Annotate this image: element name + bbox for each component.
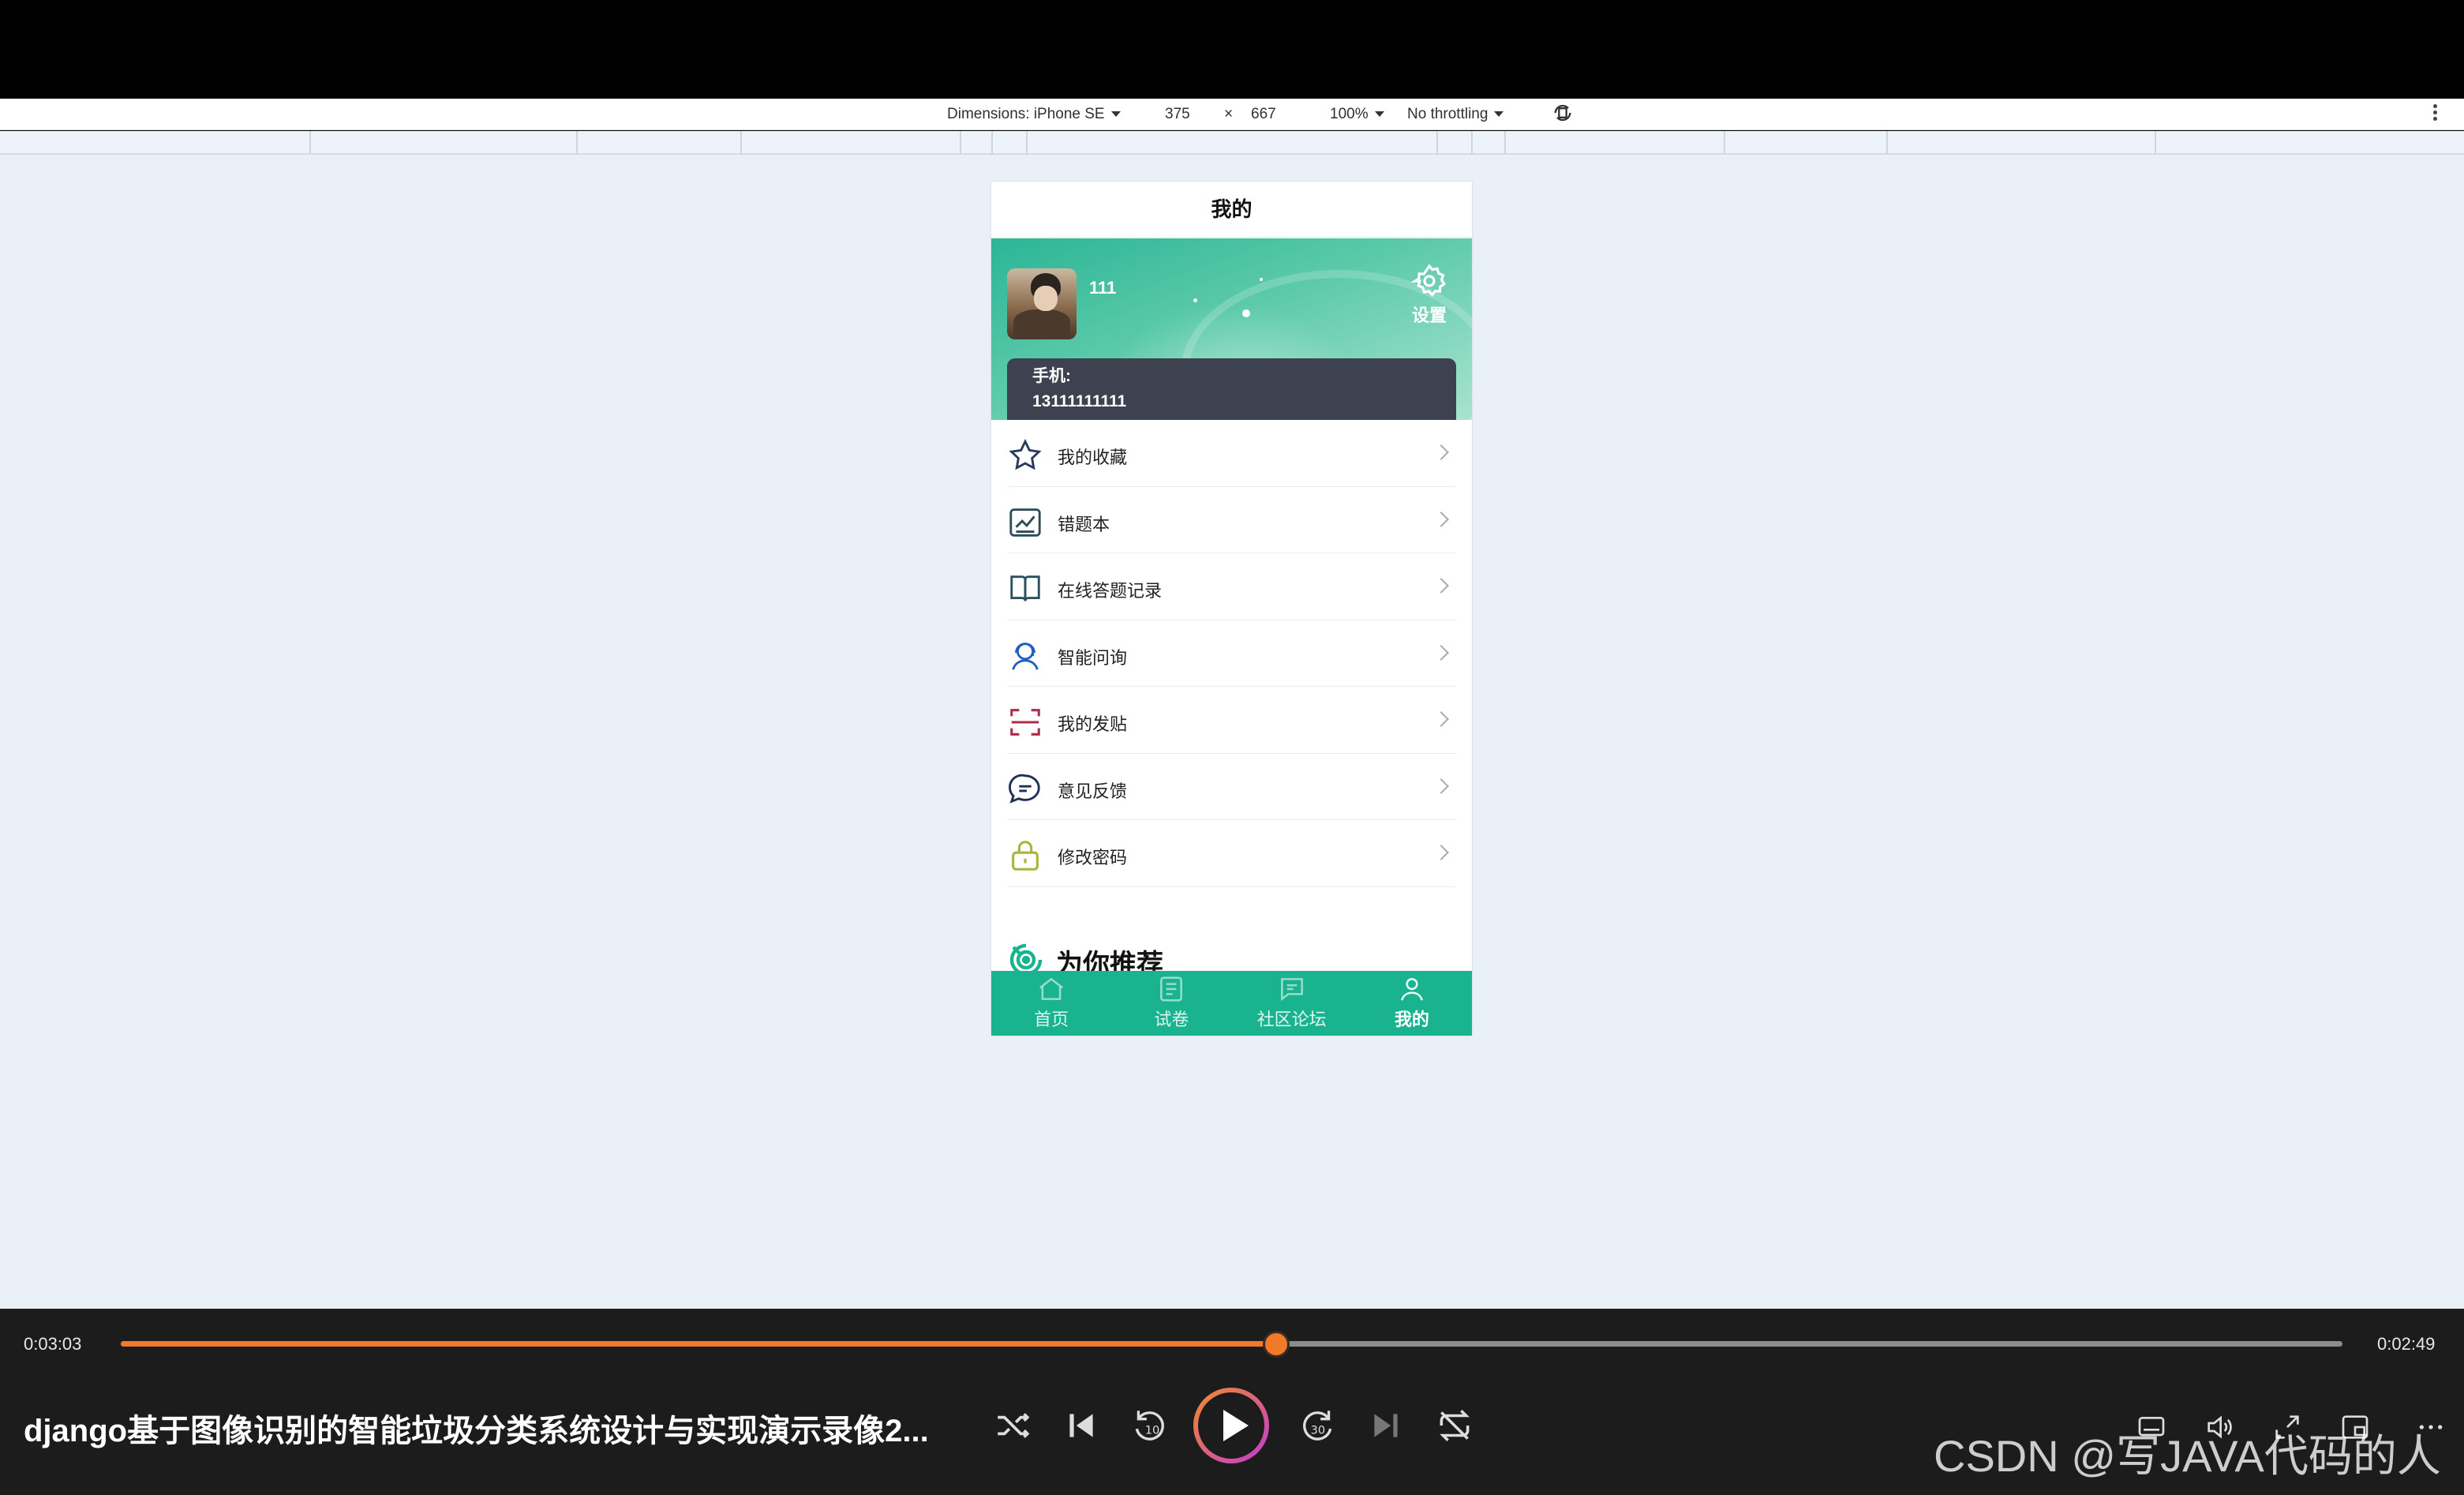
chevron-right-icon (1433, 578, 1449, 594)
menu-item-label: 意见反馈 (1058, 781, 1128, 801)
device-toolbar: Dimensions: iPhone SE 375 × 667 100% No … (0, 99, 2464, 130)
menu-item-label: 在线答题记录 (1058, 581, 1163, 601)
chevron-right-icon (1433, 711, 1449, 727)
svg-text:10: 10 (1145, 1423, 1160, 1437)
forum-icon (1280, 978, 1303, 1002)
phone-card: 手机: 13111111111 (1007, 358, 1456, 420)
rotate-icon[interactable] (1552, 102, 1574, 124)
lock-icon (1007, 837, 1043, 874)
height-input[interactable]: 667 (1251, 106, 1276, 123)
tab-label: 社区论坛 (1256, 1010, 1327, 1029)
menu-item-label: 修改密码 (1058, 848, 1128, 867)
times-sign: × (1224, 106, 1234, 122)
menu-item-favorites[interactable]: 我的收藏 (1007, 420, 1456, 487)
next-icon[interactable] (1366, 1406, 1406, 1445)
menu-item-smart-inquiry[interactable]: 智能问询 (1007, 620, 1456, 687)
gear-icon (1410, 264, 1446, 298)
chevron-right-icon (1433, 845, 1449, 860)
star-icon (1007, 437, 1043, 474)
settings-button[interactable]: 设置 (1402, 262, 1457, 327)
csdn-watermark: CSDN @写JAVA代码的人 (1934, 1431, 2441, 1481)
bottom-tab-bar: 首页 试卷 社区论坛 我的 (991, 971, 1472, 1036)
menu-item-my-posts[interactable]: 我的发贴 (1007, 687, 1456, 754)
menu-item-mistakes[interactable]: 错题本 (1007, 487, 1456, 553)
chat-icon (1007, 771, 1043, 807)
tab-home[interactable]: 首页 (991, 971, 1111, 1036)
menu-item-label: 智能问询 (1058, 647, 1128, 668)
book-icon (1007, 571, 1043, 607)
rewind-10-icon[interactable]: 10 (1130, 1406, 1170, 1445)
more-options-icon[interactable] (2431, 103, 2439, 125)
chevron-right-icon (1433, 444, 1449, 460)
tab-label: 试卷 (1154, 1010, 1189, 1029)
chevron-right-icon (1433, 644, 1449, 661)
menu-list: 我的收藏 错题本 在线答题记录 智能问询 我的发贴 意见反馈 修改密码 (1007, 420, 1456, 887)
scan-icon (1007, 704, 1043, 740)
settings-label: 设置 (1411, 305, 1447, 325)
menu-item-answer-records[interactable]: 在线答题记录 (1007, 553, 1456, 620)
top-black-bar (0, 0, 2464, 99)
menu-item-feedback[interactable]: 意见反馈 (1007, 754, 1456, 820)
previous-icon[interactable] (1062, 1406, 1101, 1445)
tab-label: 我的 (1394, 1010, 1429, 1029)
chevron-right-icon (1433, 511, 1449, 527)
tab-label: 首页 (1034, 1010, 1069, 1029)
width-input[interactable]: 375 (1165, 106, 1190, 123)
zoom-select[interactable]: 100% (1330, 106, 1384, 123)
menu-item-label: 错题本 (1058, 514, 1110, 534)
menu-item-label: 我的收藏 (1058, 448, 1128, 467)
remaining-time: 0:02:49 (2377, 1334, 2436, 1354)
seek-handle[interactable] (1262, 1331, 1290, 1358)
tab-mine[interactable]: 我的 (1352, 971, 1472, 1036)
home-icon (1039, 977, 1064, 1000)
seek-bar-fill (121, 1341, 1276, 1347)
username: 111 (1089, 278, 1117, 298)
svg-text:30: 30 (1311, 1423, 1326, 1437)
play-icon (1198, 1392, 1264, 1459)
phone-screen: 我的 111 设置 手机: 13111111111 我的收藏 错题本 在线答题记… (991, 182, 1472, 1036)
tab-forum[interactable]: 社区论坛 (1232, 971, 1352, 1036)
seek-bar[interactable] (121, 1331, 2342, 1358)
play-button[interactable] (1193, 1388, 1269, 1463)
throttling-select[interactable]: No throttling (1407, 106, 1504, 123)
media-query-ruler (0, 131, 2464, 155)
menu-item-change-password[interactable]: 修改密码 (1007, 820, 1456, 887)
phone-label: 手机: (1032, 367, 1071, 385)
avatar[interactable] (1007, 268, 1077, 339)
page-title: 我的 (991, 182, 1472, 238)
menu-item-label: 我的发贴 (1058, 714, 1128, 734)
shuffle-icon[interactable] (993, 1406, 1032, 1445)
video-title: django基于图像识别的智能垃圾分类系统设计与实现演示录像2... (24, 1414, 929, 1448)
tab-exam[interactable]: 试卷 (1111, 971, 1231, 1036)
agent-icon (1007, 638, 1043, 674)
repeat-off-icon[interactable] (1435, 1406, 1474, 1445)
phone-number: 13111111111 (1032, 392, 1127, 410)
user-icon (1400, 978, 1423, 1001)
paper-icon (1160, 976, 1183, 1002)
forward-30-icon[interactable]: 30 (1298, 1406, 1337, 1445)
device-select[interactable]: Dimensions: iPhone SE (947, 106, 1121, 123)
chart-icon (1007, 504, 1043, 541)
elapsed-time: 0:03:03 (24, 1334, 82, 1354)
chevron-right-icon (1433, 777, 1449, 794)
